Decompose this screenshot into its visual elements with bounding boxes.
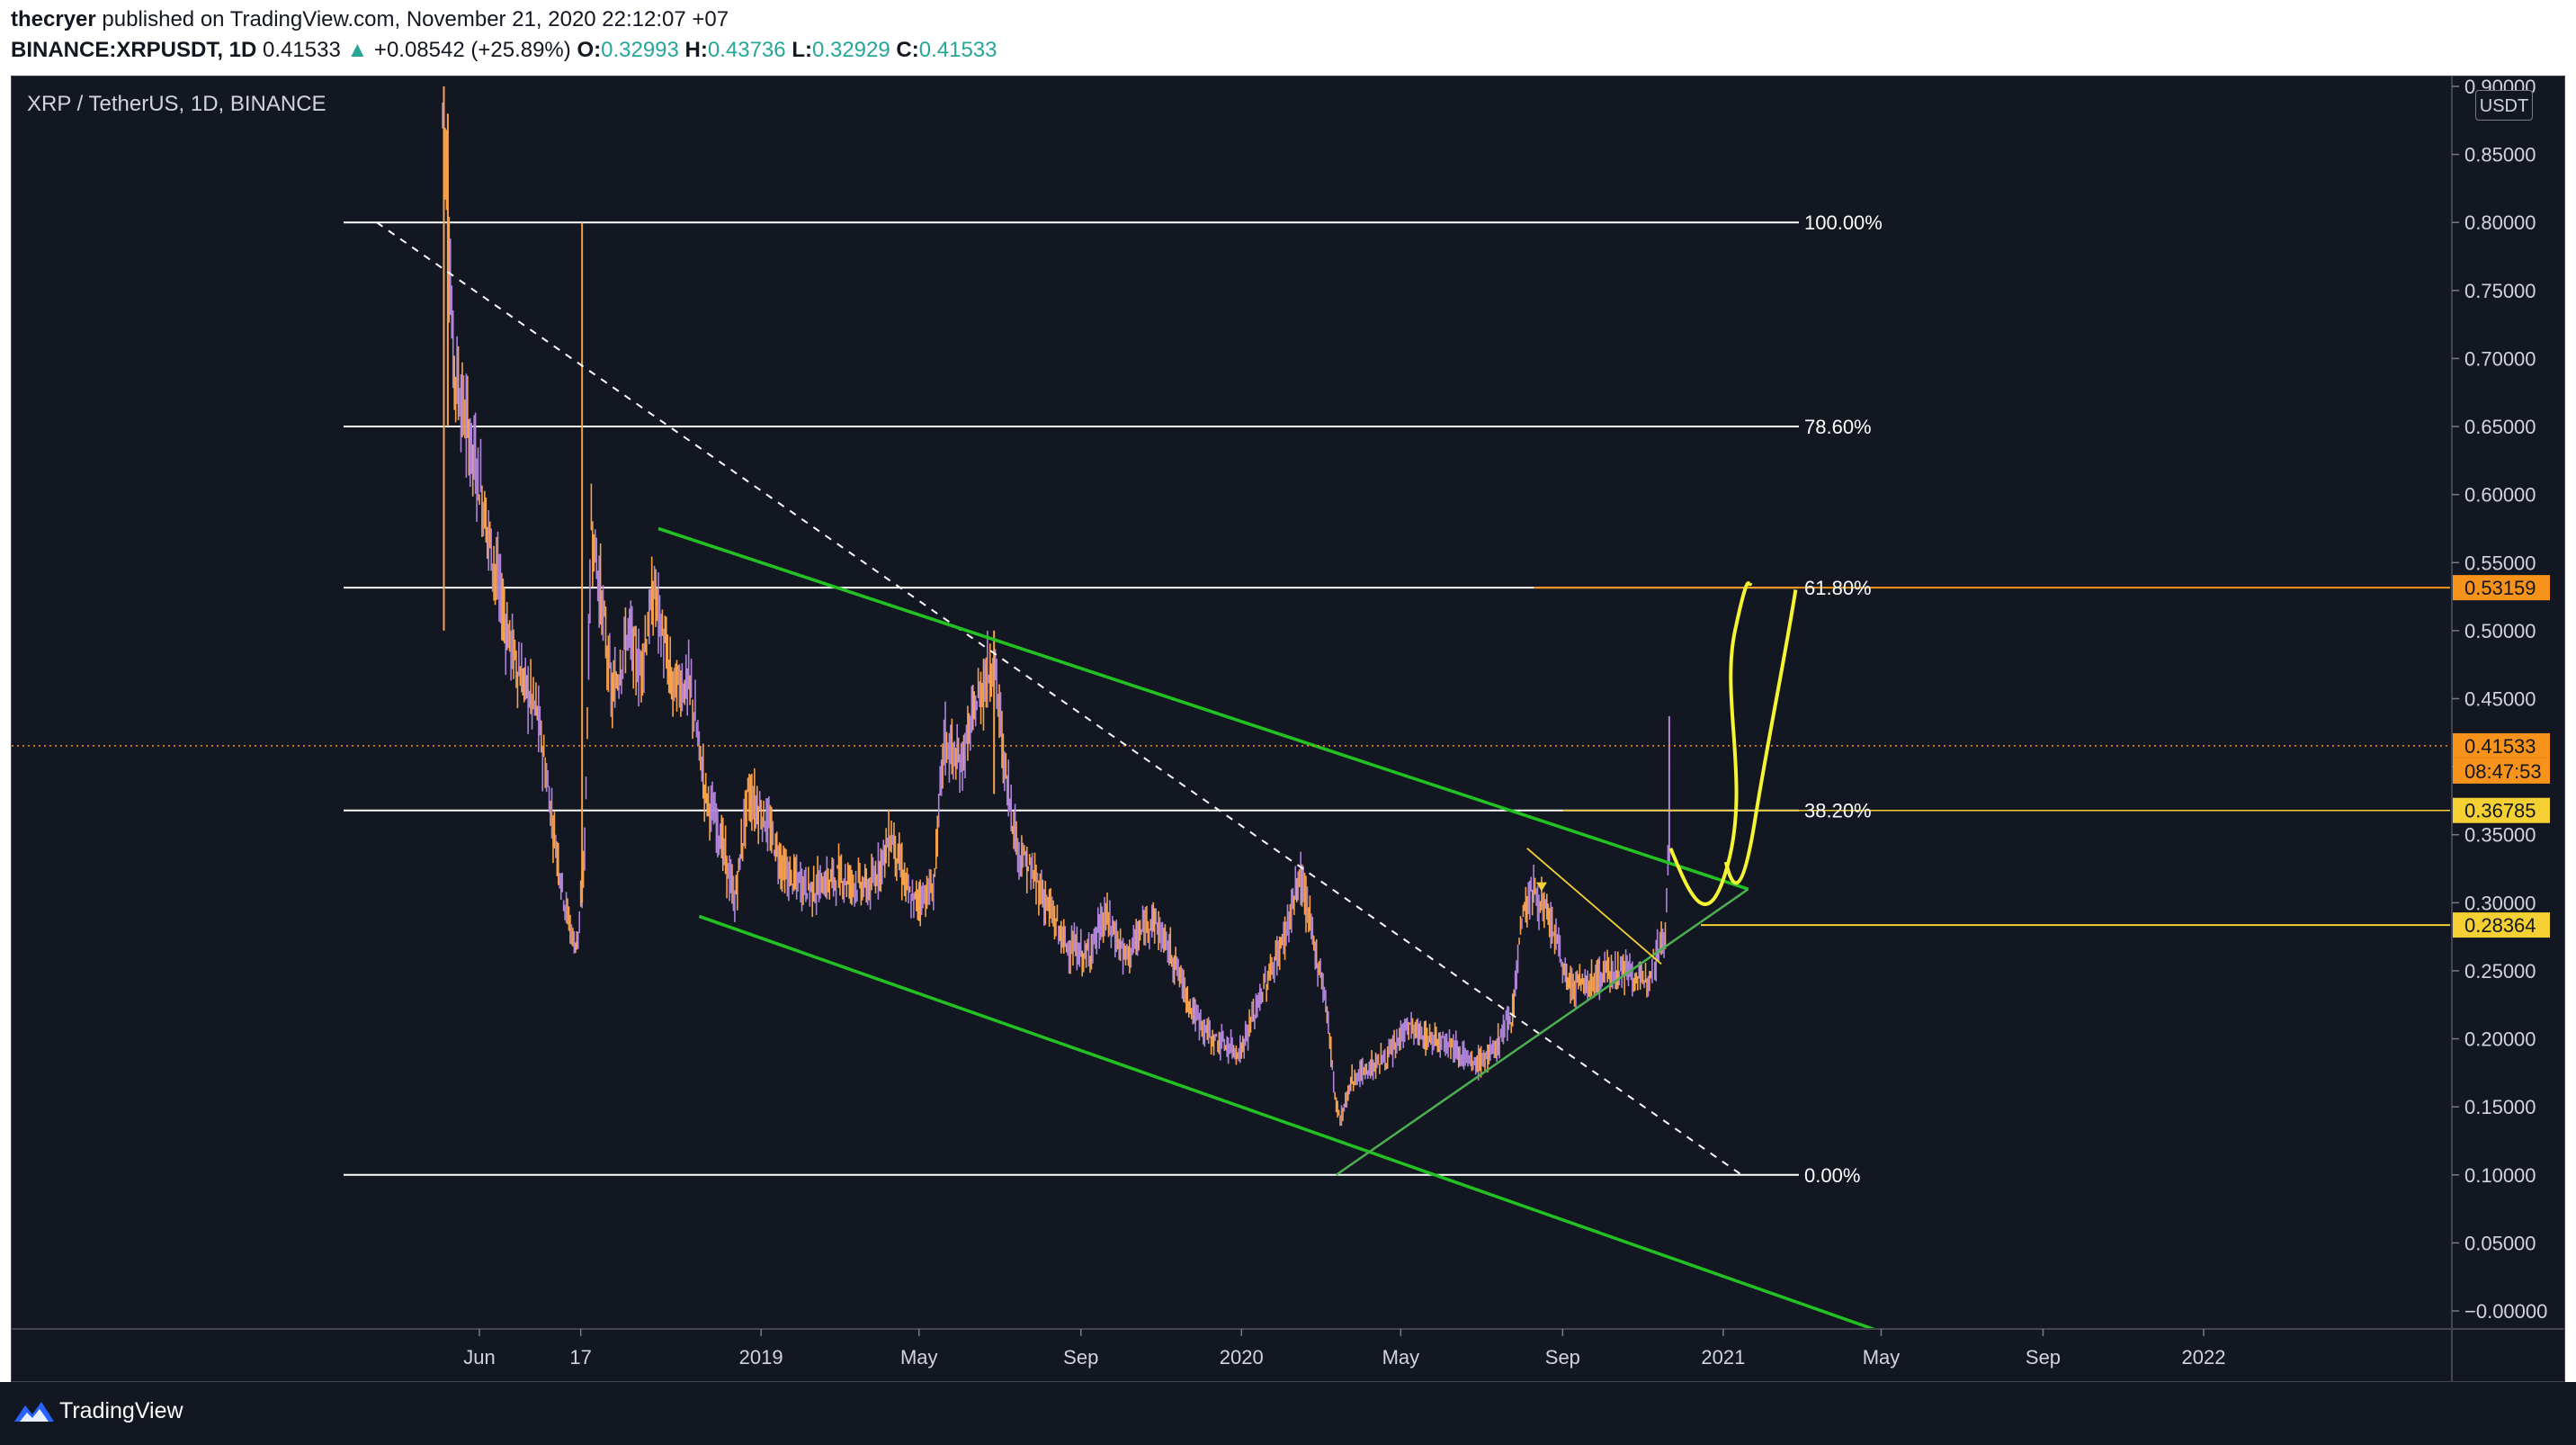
y-tick-label: 0.50000 (2464, 620, 2536, 642)
trend-line-channel-upper (657, 526, 1749, 891)
y-tick-label: 0.30000 (2464, 892, 2536, 914)
x-tick-label: 2022 (2182, 1346, 2226, 1369)
x-tick-label: Sep (1063, 1346, 1098, 1369)
y-tick-label: 0.80000 (2464, 211, 2536, 234)
countdown-text: 08:47:53 (2464, 760, 2542, 783)
x-tick-label: 17 (569, 1346, 591, 1369)
y-tick-label: 0.10000 (2464, 1164, 2536, 1187)
x-tick-label: 2020 (1220, 1346, 1264, 1369)
x-tick-label: 2021 (1701, 1346, 1745, 1369)
y-tick-label: 0.20000 (2464, 1028, 2536, 1051)
fib-level-label: 0.00% (1804, 1164, 1860, 1187)
y-tick-label: −0.00000 (2464, 1300, 2547, 1323)
symbol-title: XRP / TetherUS, 1D, BINANCE (27, 92, 326, 116)
chart-svg[interactable]: 0.900000.850000.800000.750000.700000.650… (0, 0, 2576, 1445)
x-tick-label: Jun (463, 1346, 495, 1369)
y-tick-label: 0.25000 (2464, 960, 2536, 983)
x-tick-label: Sep (2026, 1346, 2061, 1369)
projection-curve-1 (1668, 581, 1753, 906)
x-tick-label: Sep (1545, 1346, 1580, 1369)
price-label-text: 0.41533 (2464, 735, 2536, 758)
candles-group (442, 86, 1670, 1126)
footer (0, 1382, 2576, 1445)
price-label-text: 0.36785 (2464, 800, 2536, 822)
price-label-text: 0.28364 (2464, 914, 2536, 937)
projection-curve-2 (1723, 589, 1798, 885)
currency-button[interactable]: USDT (2475, 90, 2533, 121)
y-tick-label: 0.65000 (2464, 416, 2536, 438)
y-tick-label: 0.55000 (2464, 552, 2536, 574)
x-tick-label: May (1382, 1346, 1420, 1369)
y-tick-label: 0.05000 (2464, 1232, 2536, 1254)
y-tick-label: 0.85000 (2464, 144, 2536, 166)
x-tick-label: 2019 (739, 1346, 783, 1369)
tradingview-logo-icon[interactable] (13, 1396, 59, 1425)
fib-level-label: 78.60% (1804, 416, 1872, 438)
price-label-text: 0.53159 (2464, 577, 2536, 599)
y-tick-label: 0.60000 (2464, 484, 2536, 507)
fib-level-label: 61.80% (1804, 577, 1872, 599)
tradingview-brand[interactable]: TradingView (59, 1398, 183, 1424)
fib-level-label: 100.00% (1804, 211, 1883, 234)
y-tick-label: 0.45000 (2464, 688, 2536, 711)
y-tick-label: 0.15000 (2464, 1096, 2536, 1118)
trend-line-rising-support (1335, 888, 1749, 1176)
x-tick-label: May (1863, 1346, 1901, 1369)
fib-level-label: 38.20% (1804, 800, 1872, 822)
x-tick-label: May (900, 1346, 938, 1369)
y-tick-label: 0.35000 (2464, 824, 2536, 847)
y-tick-label: 0.70000 (2464, 347, 2536, 370)
trend-line-channel-lower (698, 914, 1878, 1329)
y-tick-label: 0.75000 (2464, 280, 2536, 302)
plot-area (12, 86, 2450, 1329)
